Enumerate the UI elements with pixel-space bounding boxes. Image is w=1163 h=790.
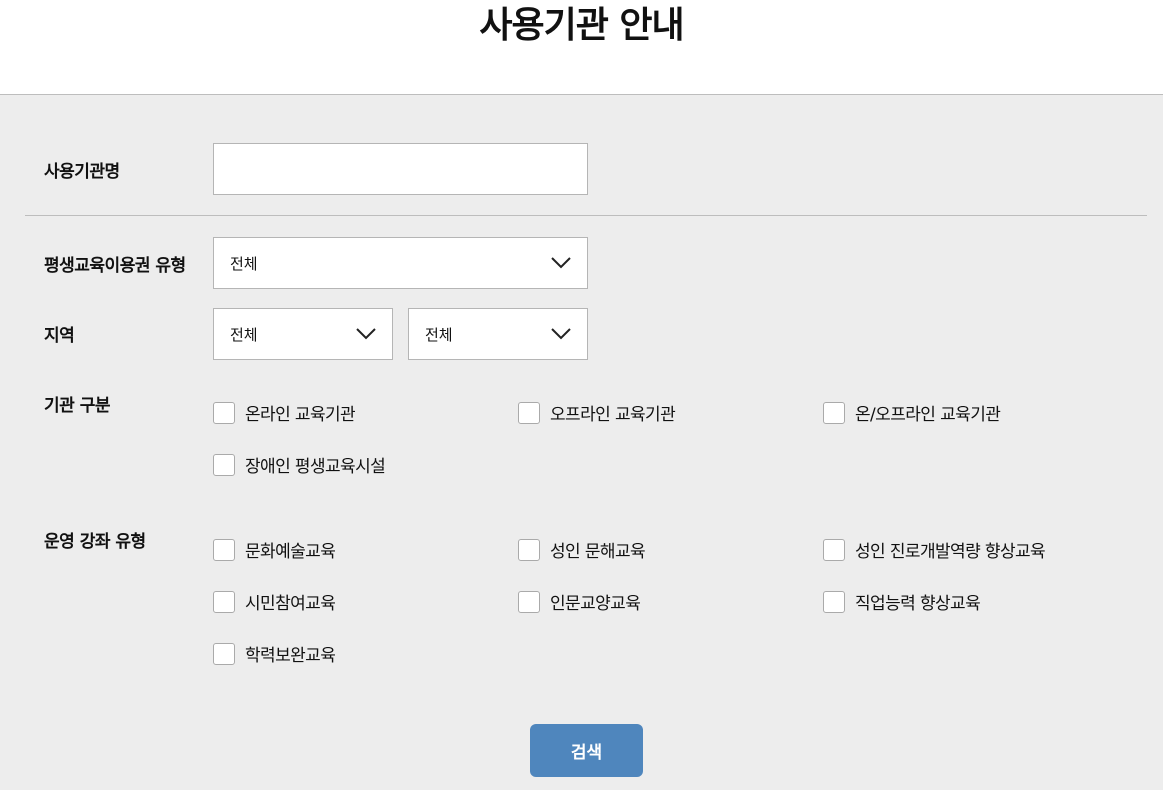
voucher-type-select[interactable]: 전체 bbox=[213, 237, 588, 289]
course-type-label: 운영 강좌 유형 bbox=[44, 532, 146, 552]
page-title: 사용기관 안내 bbox=[479, 5, 684, 46]
voucher-type-value: 전체 bbox=[230, 254, 258, 273]
course-type-option[interactable]: 인문교양교육 bbox=[518, 589, 641, 614]
check-label: 오프라인 교육기관 bbox=[550, 405, 676, 425]
chevron-down-icon bbox=[551, 328, 571, 340]
check-label: 인문교양교육 bbox=[550, 594, 641, 614]
form-divider bbox=[25, 215, 1147, 216]
course-type-option[interactable]: 직업능력 향상교육 bbox=[823, 589, 981, 614]
chevron-down-icon bbox=[356, 328, 376, 340]
course-type-option[interactable]: 성인 문해교육 bbox=[518, 537, 646, 562]
voucher-type-label: 평생교육이용권 유형 bbox=[44, 256, 186, 276]
checkbox[interactable] bbox=[823, 538, 845, 561]
region-province-value: 전체 bbox=[230, 325, 258, 344]
org-category-option[interactable]: 온/오프라인 교육기관 bbox=[823, 400, 1001, 425]
org-category-option[interactable]: 오프라인 교육기관 bbox=[518, 400, 676, 425]
region-city-select[interactable]: 전체 bbox=[408, 308, 588, 360]
org-category-option[interactable]: 장애인 평생교육시설 bbox=[213, 452, 386, 477]
check-label: 문화예술교육 bbox=[245, 542, 336, 562]
checkbox[interactable] bbox=[213, 590, 235, 613]
region-province-select[interactable]: 전체 bbox=[213, 308, 393, 360]
course-type-option[interactable]: 학력보완교육 bbox=[213, 641, 336, 666]
check-label: 성인 진로개발역량 향상교육 bbox=[855, 542, 1046, 562]
org-category-label: 기관 구분 bbox=[44, 396, 110, 416]
checkbox[interactable] bbox=[518, 538, 540, 561]
check-label: 장애인 평생교육시설 bbox=[245, 457, 386, 477]
course-type-option[interactable]: 성인 진로개발역량 향상교육 bbox=[823, 537, 1046, 562]
checkbox[interactable] bbox=[518, 401, 540, 424]
checkbox[interactable] bbox=[823, 590, 845, 613]
checkbox[interactable] bbox=[213, 538, 235, 561]
check-label: 성인 문해교육 bbox=[550, 542, 646, 562]
check-label: 온/오프라인 교육기관 bbox=[855, 405, 1001, 425]
checkbox[interactable] bbox=[213, 401, 235, 424]
search-button[interactable]: 검색 bbox=[530, 724, 643, 777]
checkbox[interactable] bbox=[518, 590, 540, 613]
checkbox[interactable] bbox=[823, 401, 845, 424]
check-label: 온라인 교육기관 bbox=[245, 405, 356, 425]
chevron-down-icon bbox=[551, 257, 571, 269]
check-label: 시민참여교육 bbox=[245, 594, 336, 614]
checkbox[interactable] bbox=[213, 642, 235, 665]
check-label: 직업능력 향상교육 bbox=[855, 594, 981, 614]
org-name-input[interactable] bbox=[213, 143, 588, 195]
region-label: 지역 bbox=[44, 326, 75, 346]
checkbox[interactable] bbox=[213, 453, 235, 476]
course-type-option[interactable]: 문화예술교육 bbox=[213, 537, 336, 562]
org-category-option[interactable]: 온라인 교육기관 bbox=[213, 400, 356, 425]
search-form-panel: 사용기관명 평생교육이용권 유형 전체 지역 전체 전체 기관 구분 온라인 교… bbox=[0, 94, 1163, 790]
org-name-label: 사용기관명 bbox=[44, 162, 120, 182]
course-type-option[interactable]: 시민참여교육 bbox=[213, 589, 336, 614]
check-label: 학력보완교육 bbox=[245, 646, 336, 666]
region-city-value: 전체 bbox=[425, 325, 453, 344]
